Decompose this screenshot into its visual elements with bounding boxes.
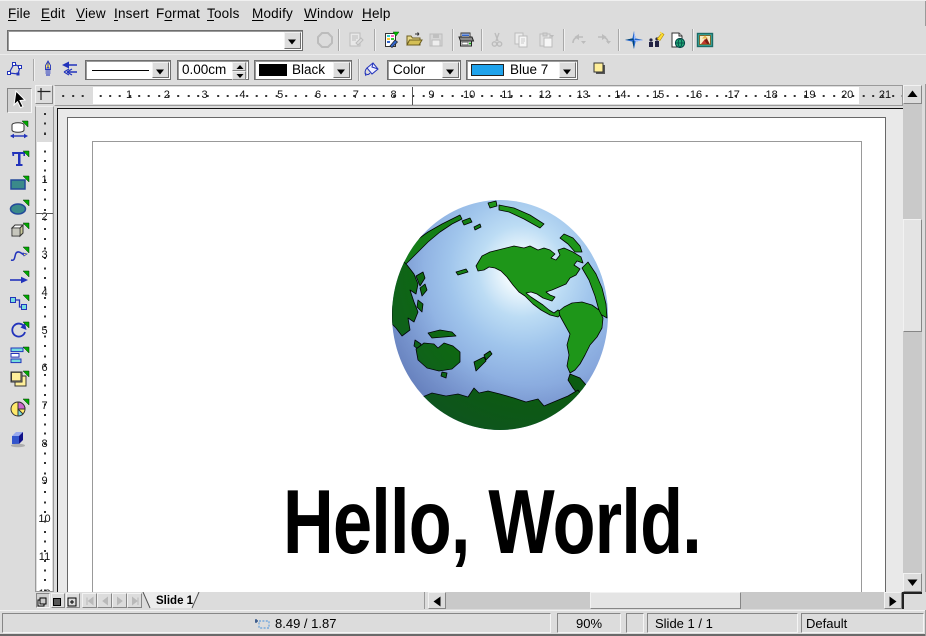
svg-text:Slide 1: Slide 1: [156, 595, 194, 607]
